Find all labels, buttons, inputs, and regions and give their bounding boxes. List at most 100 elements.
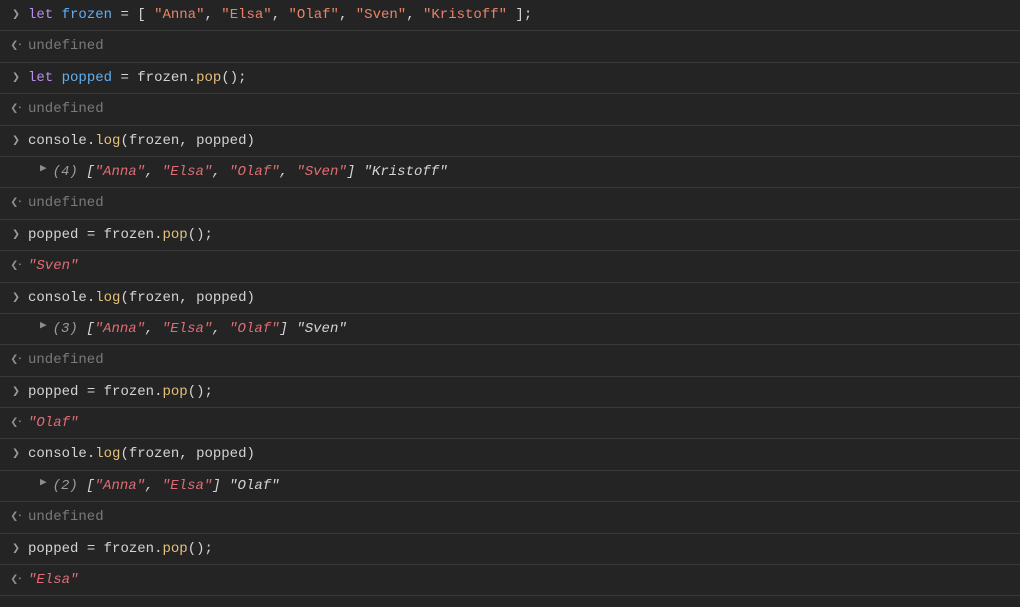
- log-tail-value: "Kristoff": [364, 164, 448, 180]
- token-obj: popped: [196, 133, 246, 149]
- token-obj: console: [28, 446, 87, 462]
- token-prop: pop: [162, 384, 187, 400]
- array-item: "Anna": [95, 164, 145, 180]
- token-punct: ): [247, 446, 255, 462]
- token-obj: popped: [196, 446, 246, 462]
- console-input-row[interactable]: ❯console.log(frozen, popped): [0, 439, 1020, 470]
- token-str: "Anna": [154, 7, 204, 23]
- token-punct: .: [87, 446, 95, 462]
- console-input-row[interactable]: ❯console.log(frozen, popped): [0, 126, 1020, 157]
- token-obj: popped: [196, 290, 246, 306]
- console-input-code: console.log(frozen, popped): [28, 287, 1012, 309]
- comma: ,: [145, 321, 162, 337]
- console-input-code: popped = frozen.pop();: [28, 381, 1012, 403]
- console-input-code: let popped = frozen.pop();: [28, 67, 1012, 89]
- bracket-open: [: [86, 164, 94, 180]
- comma: ,: [280, 164, 297, 180]
- console-input-row[interactable]: ❯popped = frozen.pop();: [0, 377, 1020, 408]
- token-obj: popped: [28, 227, 78, 243]
- token-punct: (: [120, 446, 128, 462]
- console-input-row[interactable]: ❯let frozen = [ "Anna", "Elsa", "Olaf", …: [0, 0, 1020, 31]
- token-kw: let: [28, 7, 53, 23]
- chevron-right-icon: ❯: [4, 539, 28, 560]
- chevron-left-icon: ❮⸱: [4, 256, 28, 277]
- console-log-row[interactable]: ▶ (4) ["Anna", "Elsa", "Olaf", "Sven"] "K…: [0, 157, 1020, 188]
- console-input-row[interactable]: ❯popped = frozen.pop();: [0, 220, 1020, 251]
- token-punct: ,: [406, 7, 423, 23]
- token-obj: popped: [28, 384, 78, 400]
- console-result-value: "Elsa": [28, 569, 1012, 591]
- chevron-left-icon: ❮⸱: [4, 507, 28, 528]
- console-result-row: ❮⸱undefined: [0, 31, 1020, 62]
- console-input-code: popped = frozen.pop();: [28, 224, 1012, 246]
- expand-triangle-icon[interactable]: ▶: [40, 318, 47, 336]
- token-obj: frozen: [137, 70, 187, 86]
- token-punct: ();: [221, 70, 246, 86]
- comma: ,: [145, 478, 162, 494]
- comma: ,: [145, 164, 162, 180]
- console-input-row[interactable]: ❯console.log(frozen, popped): [0, 283, 1020, 314]
- token-prop: log: [95, 446, 120, 462]
- token-obj: frozen: [129, 133, 179, 149]
- token-punct: .: [87, 133, 95, 149]
- bracket-open: [: [86, 321, 94, 337]
- token-punct: ,: [179, 133, 196, 149]
- console-input-row[interactable]: ❯let popped = frozen.pop();: [0, 63, 1020, 94]
- comma: ,: [212, 164, 229, 180]
- token-var: popped: [62, 70, 112, 86]
- token-punct: (: [120, 290, 128, 306]
- console-log-output: (4) ["Anna", "Elsa", "Olaf", "Sven"] "Kr…: [53, 161, 1012, 183]
- chevron-left-icon: ❮⸱: [4, 99, 28, 120]
- chevron-right-icon: ❯: [4, 5, 28, 26]
- chevron-left-icon: ❮⸱: [4, 413, 28, 434]
- console-result-value: undefined: [28, 98, 1012, 120]
- log-tail-value: "Olaf": [229, 478, 279, 494]
- chevron-right-icon: ❯: [4, 131, 28, 152]
- comma: ,: [212, 321, 229, 337]
- devtools-console: ❯let frozen = [ "Anna", "Elsa", "Olaf", …: [0, 0, 1020, 596]
- console-log-output: (3) ["Anna", "Elsa", "Olaf"] "Sven": [53, 318, 1012, 340]
- chevron-right-icon: ❯: [4, 288, 28, 309]
- array-item: "Elsa": [162, 321, 212, 337]
- console-result-value: undefined: [28, 506, 1012, 528]
- token-obj: frozen: [104, 384, 154, 400]
- chevron-left-icon: ❮⸱: [4, 350, 28, 371]
- console-result-row: ❮⸱"Olaf": [0, 408, 1020, 439]
- console-result-row: ❮⸱"Sven": [0, 251, 1020, 282]
- chevron-left-icon: ❮⸱: [4, 36, 28, 57]
- console-result-row: ❮⸱undefined: [0, 502, 1020, 533]
- token-punct: ];: [507, 7, 532, 23]
- token-punct: =: [78, 541, 103, 557]
- expand-triangle-icon[interactable]: ▶: [40, 161, 47, 179]
- token-prop: log: [95, 290, 120, 306]
- token-punct: .: [87, 290, 95, 306]
- array-item: "Sven": [296, 164, 346, 180]
- console-result-row: ❮⸱undefined: [0, 188, 1020, 219]
- token-obj: frozen: [104, 541, 154, 557]
- token-prop: log: [95, 133, 120, 149]
- console-result-value: "Olaf": [28, 412, 1012, 434]
- expand-triangle-icon[interactable]: ▶: [40, 475, 47, 493]
- array-item: "Elsa": [162, 478, 212, 494]
- array-item: "Olaf": [229, 321, 279, 337]
- token-punct: [53, 70, 61, 86]
- console-input-code: let frozen = [ "Anna", "Elsa", "Olaf", "…: [28, 4, 1012, 26]
- token-punct: ): [247, 290, 255, 306]
- token-punct: (: [120, 133, 128, 149]
- token-str: "Olaf": [289, 7, 339, 23]
- console-input-row[interactable]: ❯popped = frozen.pop();: [0, 534, 1020, 565]
- token-str: "Sven": [356, 7, 406, 23]
- console-log-row[interactable]: ▶ (3) ["Anna", "Elsa", "Olaf"] "Sven": [0, 314, 1020, 345]
- token-punct: =: [78, 384, 103, 400]
- token-punct: ();: [188, 541, 213, 557]
- token-prop: pop: [162, 541, 187, 557]
- console-result-value: undefined: [28, 349, 1012, 371]
- token-obj: frozen: [129, 446, 179, 462]
- token-obj: console: [28, 290, 87, 306]
- console-log-row[interactable]: ▶ (2) ["Anna", "Elsa"] "Olaf": [0, 471, 1020, 502]
- array-count: (2): [53, 478, 87, 494]
- token-obj: frozen: [129, 290, 179, 306]
- console-input-code: console.log(frozen, popped): [28, 443, 1012, 465]
- bracket-close: ]: [212, 478, 229, 494]
- console-log-output: (2) ["Anna", "Elsa"] "Olaf": [53, 475, 1012, 497]
